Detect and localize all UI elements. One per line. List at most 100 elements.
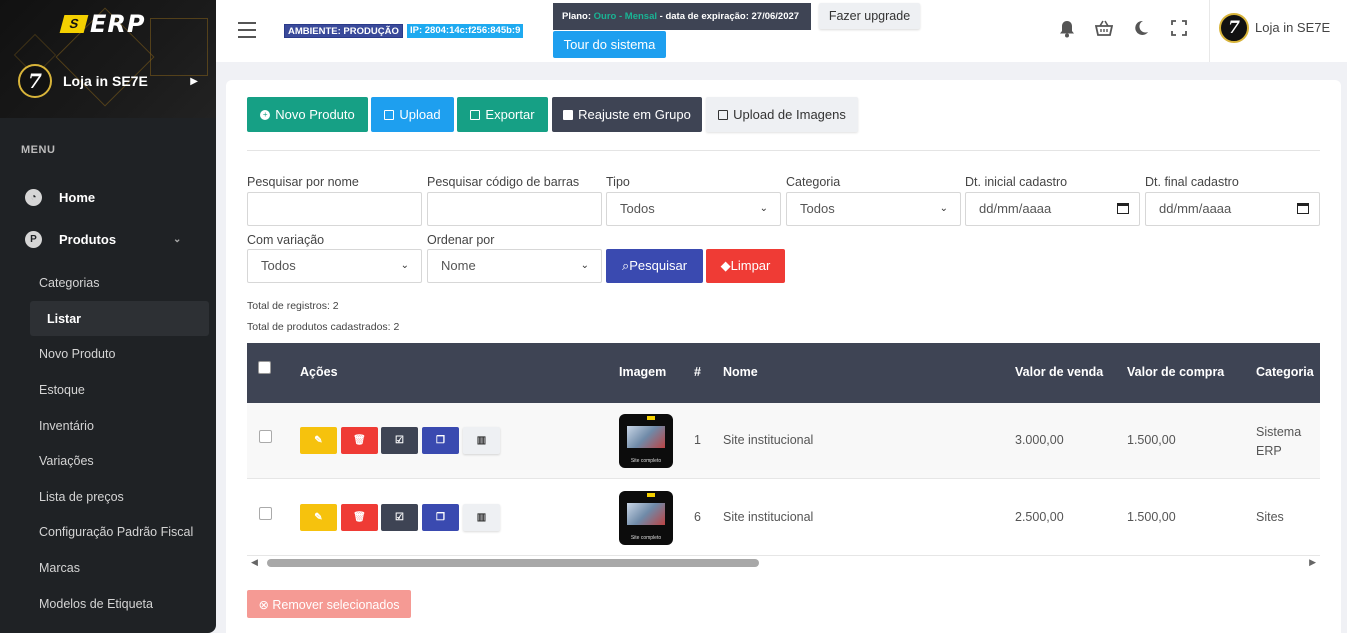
- product-thumbnail[interactable]: Site completo: [619, 491, 673, 545]
- hamburger-menu-icon[interactable]: [238, 22, 256, 43]
- header-divider: [1209, 0, 1210, 62]
- header-valor-venda[interactable]: Valor de venda: [1015, 365, 1103, 379]
- remove-selected-button[interactable]: ⊗ Remover selecionados: [247, 590, 411, 618]
- end-date-input[interactable]: dd/mm/aaaa: [1145, 192, 1320, 226]
- clear-button[interactable]: ◆Limpar: [706, 249, 785, 283]
- sidebar-subitem-label: Listar: [47, 312, 82, 326]
- upload-images-button[interactable]: Upload de Imagens: [706, 97, 858, 132]
- plan-expiration: - data de expiração: 27/06/2027: [659, 11, 800, 22]
- sidebar-subitem-listar[interactable]: Listar: [30, 301, 209, 336]
- review-button[interactable]: ☑: [381, 427, 418, 454]
- sidebar-subitem-marcas[interactable]: Marcas: [39, 561, 80, 575]
- sidebar-subitem-lista-precos[interactable]: Lista de preços: [39, 490, 124, 504]
- group-adjust-button[interactable]: Reajuste em Grupo: [552, 97, 702, 132]
- export-button[interactable]: Exportar: [457, 97, 548, 132]
- button-label: Upload: [399, 107, 441, 122]
- thumbnail-caption: Site completo: [630, 458, 662, 464]
- button-label: Exportar: [485, 107, 535, 122]
- header-nome[interactable]: Nome: [723, 365, 758, 379]
- barcode-icon: ▥: [476, 435, 487, 446]
- fullscreen-icon[interactable]: [1169, 20, 1189, 40]
- header-store-name[interactable]: Loja in SE7E: [1255, 20, 1330, 35]
- search-button[interactable]: ⌕Pesquisar: [606, 249, 703, 283]
- store-switcher[interactable]: 7 Loja in SE7E ▶: [18, 64, 198, 98]
- duplicate-button[interactable]: ❐: [422, 504, 459, 531]
- edit-button[interactable]: ✎: [300, 504, 337, 531]
- sidebar-subitem-config-fiscal[interactable]: Configuração Padrão Fiscal: [39, 525, 193, 539]
- sidebar-subitem-variacoes[interactable]: Variações: [39, 454, 94, 468]
- horizontal-scrollbar[interactable]: ◀ ▶: [247, 556, 1320, 570]
- review-button[interactable]: ☑: [381, 504, 418, 531]
- name-filter-label: Pesquisar por nome: [247, 175, 359, 189]
- bell-icon[interactable]: [1057, 20, 1077, 40]
- scroll-right-arrow-icon[interactable]: ▶: [1309, 557, 1316, 568]
- start-date-input[interactable]: dd/mm/aaaa: [965, 192, 1140, 226]
- chevron-down-icon: ⌄: [580, 260, 589, 271]
- delete-button[interactable]: 🗑︎: [341, 427, 378, 454]
- edit-button[interactable]: ✎: [300, 427, 337, 454]
- app-logo[interactable]: S ERP: [59, 10, 145, 38]
- delete-button[interactable]: 🗑︎: [341, 504, 378, 531]
- speedometer-icon: ◔: [25, 189, 42, 206]
- chevron-down-icon: ⌄: [400, 260, 409, 271]
- calendar-icon[interactable]: [1297, 203, 1309, 214]
- total-products: Total de produtos cadastrados: 2: [247, 321, 400, 333]
- new-product-button[interactable]: + Novo Produto: [247, 97, 368, 132]
- cell-valor-compra: 1.500,00: [1127, 433, 1176, 447]
- sidebar-subitem-modelos-etiqueta[interactable]: Modelos de Etiqueta: [39, 597, 153, 611]
- user-avatar[interactable]: 7: [1219, 13, 1249, 43]
- plan-name: Ouro - Mensal: [593, 11, 658, 22]
- button-label: Upload de Imagens: [733, 107, 846, 122]
- sidebar-item-produtos[interactable]: P Produtos ⌄: [25, 231, 195, 248]
- row-checkbox[interactable]: [259, 507, 272, 520]
- header-categoria[interactable]: Categoria: [1256, 365, 1314, 379]
- sidebar-item-home[interactable]: ◔ Home: [25, 189, 95, 206]
- logo-mark: S: [59, 15, 89, 33]
- order-select[interactable]: Nome ⌄: [427, 249, 602, 283]
- header-valor-compra[interactable]: Valor de compra: [1127, 365, 1224, 379]
- duplicate-button[interactable]: ❐: [422, 427, 459, 454]
- select-all-checkbox[interactable]: [258, 361, 271, 374]
- cell-valor-venda: 3.000,00: [1015, 433, 1064, 447]
- system-tour-button[interactable]: Tour do sistema: [553, 31, 666, 58]
- ip-badge: IP: 2804:14c:f256:845b:9: [407, 24, 524, 38]
- scroll-thumb[interactable]: [267, 559, 759, 567]
- product-thumbnail[interactable]: Site completo: [619, 414, 673, 468]
- cell-valor-venda: 2.500,00: [1015, 510, 1064, 524]
- date-placeholder: dd/mm/aaaa: [1159, 201, 1232, 216]
- barcode-button[interactable]: ▥: [463, 504, 500, 531]
- trash-icon: 🗑︎: [353, 512, 366, 523]
- sidebar-subitem-inventario[interactable]: Inventário: [39, 419, 94, 433]
- table-row: ✎ 🗑︎ ☑ ❐ ▥ Site completo 1 Site instituc…: [247, 403, 1320, 479]
- upload-button[interactable]: Upload: [371, 97, 454, 132]
- checklist-icon: ☑: [395, 435, 404, 446]
- name-search-input[interactable]: [247, 192, 422, 226]
- category-select[interactable]: Todos ⌄: [786, 192, 961, 226]
- export-icon: [470, 109, 481, 120]
- calendar-icon[interactable]: [1117, 203, 1129, 214]
- barcode-search-input[interactable]: [427, 192, 602, 226]
- upgrade-button[interactable]: Fazer upgrade: [819, 3, 920, 29]
- variation-select[interactable]: Todos ⌄: [247, 249, 422, 283]
- sidebar-subitem-estoque[interactable]: Estoque: [39, 383, 85, 397]
- products-card: + Novo Produto Upload Exportar Reajuste …: [226, 80, 1341, 633]
- variation-filter-label: Com variação: [247, 233, 325, 247]
- button-label: Pesquisar: [629, 258, 688, 273]
- cell-valor-compra: 1.500,00: [1127, 510, 1176, 524]
- cell-id: 1: [694, 433, 701, 447]
- type-select[interactable]: Todos ⌄: [606, 192, 781, 226]
- sidebar-subitem-categorias[interactable]: Categorias: [39, 276, 99, 290]
- sidebar-subitem-novo-produto[interactable]: Novo Produto: [39, 347, 115, 361]
- barcode-button[interactable]: ▥: [463, 427, 500, 454]
- basket-icon[interactable]: [1094, 20, 1114, 40]
- store-name: Loja in SE7E: [63, 73, 148, 89]
- sidebar-item-label: Produtos: [59, 232, 117, 247]
- moon-icon[interactable]: [1131, 20, 1151, 40]
- order-filter-label: Ordenar por: [427, 233, 495, 247]
- select-value: Todos: [620, 201, 655, 216]
- row-checkbox[interactable]: [259, 430, 272, 443]
- chevron-down-icon: ⌄: [173, 234, 182, 245]
- scroll-left-arrow-icon[interactable]: ◀: [251, 557, 258, 568]
- cell-categoria: Sites: [1256, 510, 1284, 524]
- p-circle-icon: P: [25, 231, 42, 248]
